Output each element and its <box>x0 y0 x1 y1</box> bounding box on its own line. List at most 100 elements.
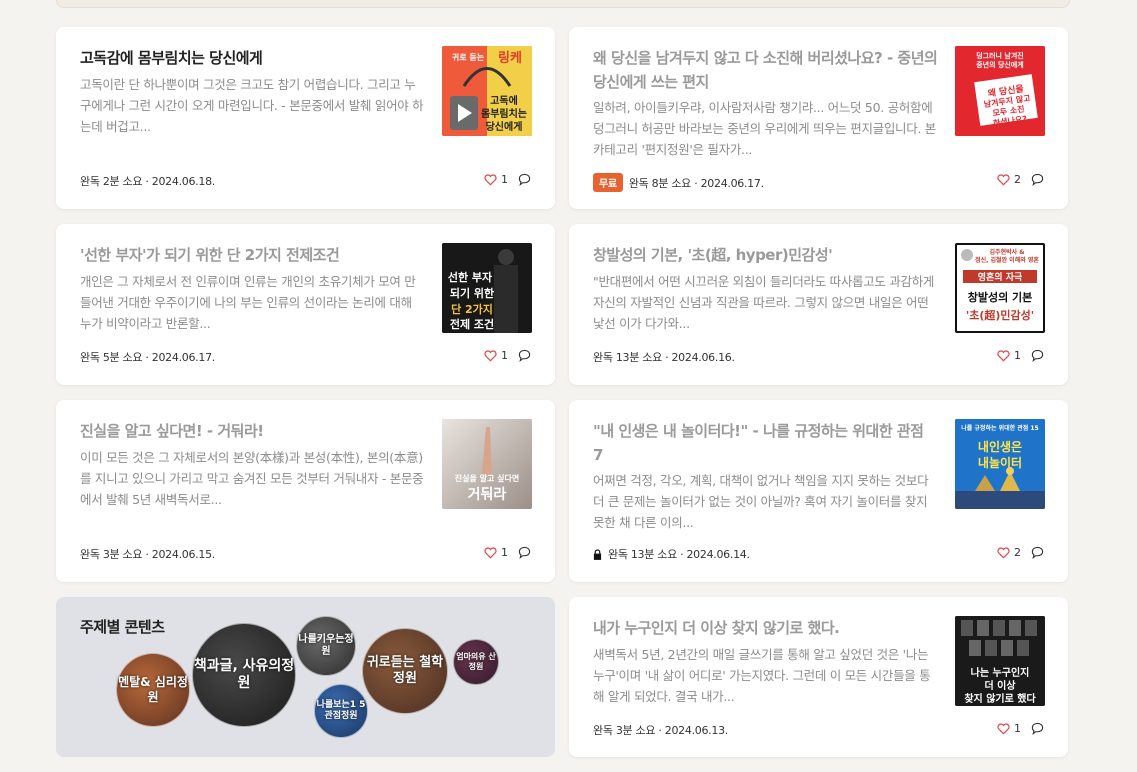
svg-text:고독에: 고독에 <box>490 94 518 107</box>
lock-icon <box>593 548 602 560</box>
heart-icon[interactable] <box>484 349 497 362</box>
comment-icon[interactable] <box>1031 722 1044 735</box>
heart-icon[interactable] <box>997 173 1010 186</box>
topic-label: 책과글, 사유의정원 <box>193 657 295 692</box>
like-count: 2 <box>1014 173 1021 186</box>
post-title[interactable]: '선한 부자'가 되기 위한 단 2가지 전제조건 <box>80 243 425 267</box>
svg-text:찾지 않기로 했다: 찾지 않기로 했다 <box>964 692 1036 705</box>
topic-label: 귀로듣는 철학정원 <box>366 654 444 686</box>
svg-text:'초(超)민감성': '초(超)민감성' <box>966 308 1034 322</box>
free-badge: 무료 <box>593 173 623 192</box>
svg-text:귀로 듣는: 귀로 듣는 <box>452 52 485 62</box>
post-card[interactable]: "내 인생은 내 놀이터다!" - 나를 규정하는 위대한 관점 7 어쩌면 걱… <box>569 400 1068 582</box>
topic-bubble-books[interactable]: 책과글, 사유의정원 <box>192 623 296 727</box>
svg-text:단 2가지: 단 2가지 <box>451 302 493 316</box>
heart-icon[interactable] <box>997 722 1010 735</box>
like-count: 1 <box>501 173 508 186</box>
post-card[interactable]: 창발성의 기본, '초(超, hyper)민감성' "반대편에서 어떤 시끄러운… <box>569 224 1068 385</box>
post-card[interactable]: 왜 당신을 남겨두지 않고 다 소진해 버리셨나요? - 중년의 당신에게 쓰는… <box>569 27 1068 209</box>
comment-icon[interactable] <box>518 173 531 186</box>
topic-bubble-15views[interactable]: 나를보는1 5관점정원 <box>314 684 368 738</box>
topic-bubble-philosophy[interactable]: 귀로듣는 철학정원 <box>362 628 448 714</box>
topic-bubble-legacy[interactable]: 엄마의유 산정원 <box>453 639 499 685</box>
comment-icon[interactable] <box>518 546 531 559</box>
post-thumbnail[interactable]: 덩그러니 남겨진 중년의 당신에게 왜 당신을 남겨두지 않고 모두 소진 하셨… <box>955 46 1045 136</box>
like-count: 2 <box>1014 546 1021 559</box>
post-actions: 1 <box>484 546 531 559</box>
svg-text:덩그러니 남겨진: 덩그러니 남겨진 <box>976 51 1024 60</box>
thumbnail-playground-art: 나를 규정하는 위대한 관점 15 내인생은 내놀이터 <box>955 419 1045 509</box>
post-excerpt: 개인은 그 자체로서 전 인류이며 인류는 개인의 초유기체가 모여 만들어낸 … <box>80 274 416 331</box>
post-thumbnail[interactable]: 나는 누구인지 더 이상 찾지 않기로 했다 <box>955 616 1045 706</box>
like-count: 1 <box>501 349 508 362</box>
post-thumbnail[interactable]: 나를 규정하는 위대한 관점 15 내인생은 내놀이터 <box>955 419 1045 509</box>
svg-text:나는 누구인지: 나는 누구인지 <box>971 666 1030 679</box>
svg-text:영혼의 자극: 영혼의 자극 <box>978 271 1023 283</box>
post-meta-text: 완독 13분 소요 · 2024.06.16. <box>593 351 735 364</box>
top-panel-edge <box>56 0 1070 8</box>
topic-label: 엄마의유 산정원 <box>456 652 496 671</box>
svg-text:선한 부자: 선한 부자 <box>448 270 493 284</box>
post-actions: 2 <box>997 173 1044 186</box>
comment-icon[interactable] <box>1031 173 1044 186</box>
comment-icon[interactable] <box>1031 546 1044 559</box>
topic-panel-title: 주제별 콘텐츠 <box>80 618 165 636</box>
post-title[interactable]: "내 인생은 내 놀이터다!" - 나를 규정하는 위대한 관점 7 <box>593 419 938 467</box>
topic-label: 나를보는1 5관점정원 <box>316 699 366 721</box>
post-thumbnail[interactable]: 김주현박사 & 정신, 김철완 이해와 영혼 영혼의 자극 창발성의 기본 '초… <box>955 243 1045 333</box>
thumbnail-sensitivity-art: 김주현박사 & 정신, 김철완 이해와 영혼 영혼의 자극 창발성의 기본 '초… <box>957 245 1043 331</box>
post-meta-text: 완독 8분 소요 · 2024.06.17. <box>628 176 764 190</box>
comment-icon[interactable] <box>518 349 531 362</box>
heart-icon[interactable] <box>484 173 497 186</box>
post-card[interactable]: 진실을 알고 싶다면! - 거둬라! 이미 모든 것은 그 자체로서의 본양(本… <box>56 400 555 582</box>
svg-text:정신, 김철완 이해와 영혼: 정신, 김철완 이해와 영혼 <box>975 256 1039 264</box>
post-card[interactable]: 내가 누구인지 더 이상 찾지 않기로 했다. 새벽독서 5년, 2년간의 매일… <box>569 597 1068 757</box>
svg-text:중년의 당신에게: 중년의 당신에게 <box>976 60 1024 69</box>
comment-icon[interactable] <box>1031 349 1044 362</box>
post-title[interactable]: 왜 당신을 남겨두지 않고 다 소진해 버리셨나요? - 중년의 당신에게 쓰는… <box>593 46 938 94</box>
like-count: 1 <box>1014 722 1021 735</box>
post-excerpt: 새벽독서 5년, 2년간의 매일 글쓰기를 통해 알고 싶었던 것은 '나는 누… <box>593 647 931 704</box>
svg-text:김주현박사 &: 김주현박사 & <box>990 248 1025 256</box>
topic-bubble-mental[interactable]: 멘탈& 심리정원 <box>116 653 190 727</box>
topic-label: 멘탈& 심리정원 <box>118 675 188 704</box>
post-excerpt: 이미 모든 것은 그 자체로서의 본양(本樣)과 본성(本性), 본의(本意)를… <box>80 450 424 507</box>
thumbnail-audio-art: 고독에 몸부림치는 당신에게 귀로 듣는 링케 <box>442 46 532 136</box>
post-card[interactable]: '선한 부자'가 되기 위한 단 2가지 전제조건 개인은 그 자체로서 전 인… <box>56 224 555 385</box>
thumbnail-rich-art: 선한 부자 되기 위한 단 2가지 전제 조건 <box>442 243 532 333</box>
svg-text:나를 규정하는 위대한 관점 15: 나를 규정하는 위대한 관점 15 <box>961 424 1038 432</box>
post-title[interactable]: 창발성의 기본, '초(超, hyper)민감성' <box>593 243 938 267</box>
svg-text:링케: 링케 <box>498 51 522 66</box>
svg-text:되기 위한: 되기 위한 <box>450 286 494 300</box>
post-excerpt: 어쩌면 걱정, 각오, 계획, 대책이 없거나 책임을 지지 못하는 것보다 더… <box>593 473 929 530</box>
topic-label: 나를키우는정원 <box>298 633 354 658</box>
post-meta: 완독 3분 소요 · 2024.06.15. <box>80 546 215 562</box>
post-card[interactable]: 고독감에 몸부림치는 당신에게 고독이란 단 하나뿐이며 그것은 크고도 참기 … <box>56 27 555 209</box>
thumbnail-identity-art: 나는 누구인지 더 이상 찾지 않기로 했다 <box>955 616 1045 706</box>
svg-text:진실을 알고 싶다면: 진실을 알고 싶다면 <box>455 473 519 483</box>
post-title[interactable]: 진실을 알고 싶다면! - 거둬라! <box>80 419 425 443</box>
svg-text:내인생은: 내인생은 <box>978 439 1022 454</box>
svg-text:창발성의 기본: 창발성의 기본 <box>968 290 1033 304</box>
post-title[interactable]: 내가 누구인지 더 이상 찾지 않기로 했다. <box>593 616 938 640</box>
heart-icon[interactable] <box>997 349 1010 362</box>
post-meta-text: 완독 3분 소요 · 2024.06.13. <box>593 724 728 737</box>
heart-icon[interactable] <box>997 546 1010 559</box>
thumbnail-letter-art: 덩그러니 남겨진 중년의 당신에게 왜 당신을 남겨두지 않고 모두 소진 하셨… <box>955 46 1045 136</box>
post-meta: 완독 3분 소요 · 2024.06.13. <box>593 722 728 738</box>
svg-text:당신에게: 당신에게 <box>486 120 523 133</box>
like-count: 1 <box>1014 349 1021 362</box>
post-meta: 완독 13분 소요 · 2024.06.16. <box>593 349 735 365</box>
post-thumbnail[interactable]: 고독에 몸부림치는 당신에게 귀로 듣는 링케 <box>442 46 532 136</box>
post-excerpt: 일하려, 아이들키우랴, 이사람저사람 챙기랴... 어느덧 50. 공허함에 … <box>593 100 936 157</box>
post-meta: 완독 13분 소요 · 2024.06.14. <box>593 546 750 562</box>
post-thumbnail[interactable]: 선한 부자 되기 위한 단 2가지 전제 조건 <box>442 243 532 333</box>
post-thumbnail[interactable]: 진실을 알고 싶다면 거둬라 <box>442 419 532 509</box>
post-excerpt: "반대편에서 어떤 시끄러운 외침이 들리더라도 따사롭고도 과감하게 자신의 … <box>593 274 935 331</box>
post-actions: 1 <box>484 173 531 186</box>
post-title[interactable]: 고독감에 몸부림치는 당신에게 <box>80 46 425 70</box>
post-meta: 완독 2분 소요 · 2024.06.18. <box>80 173 215 189</box>
heart-icon[interactable] <box>484 546 497 559</box>
post-actions: 1 <box>997 349 1044 362</box>
topic-bubble-grow[interactable]: 나를키우는정원 <box>296 616 356 676</box>
